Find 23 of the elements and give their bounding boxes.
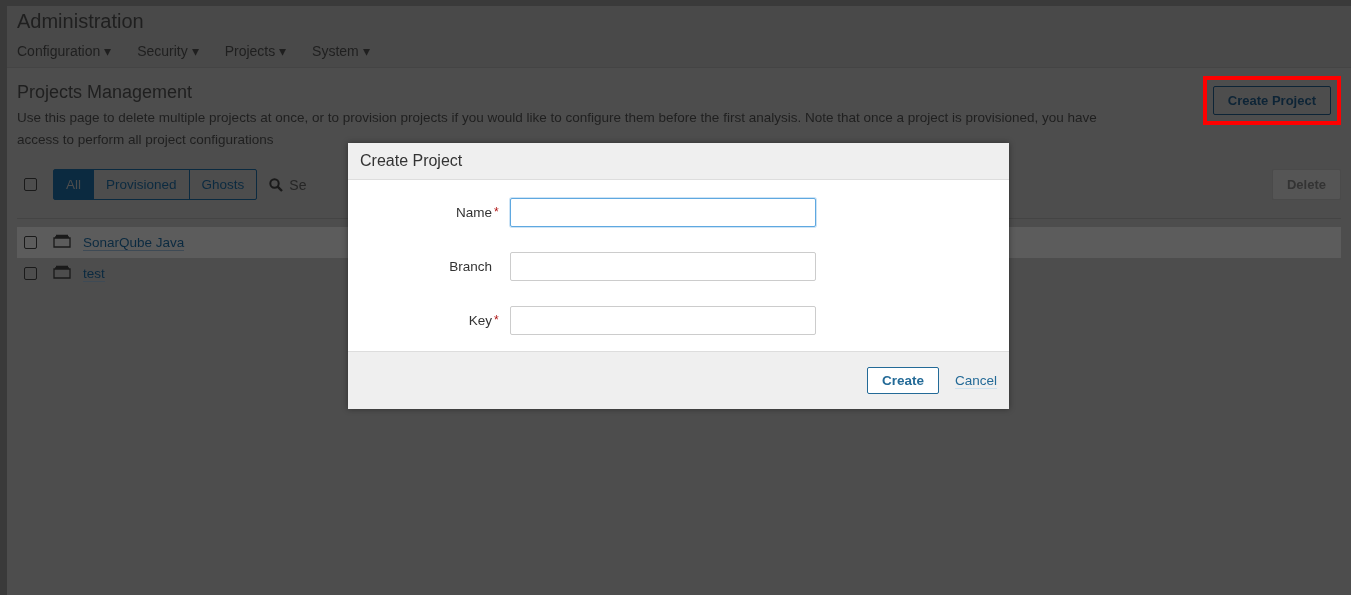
project-link[interactable]: SonarQube Java bbox=[83, 234, 185, 251]
required-mark: * bbox=[494, 313, 500, 328]
filter-tab[interactable]: Ghosts bbox=[188, 170, 257, 199]
filter-tab[interactable]: All bbox=[54, 170, 93, 199]
text-field[interactable] bbox=[510, 306, 816, 335]
row-checkbox[interactable] bbox=[24, 236, 37, 249]
filter-tab[interactable]: Provisioned bbox=[93, 170, 189, 199]
select-all-checkbox[interactable] bbox=[24, 178, 37, 191]
project-icon bbox=[53, 233, 71, 248]
field-label: Name bbox=[456, 205, 492, 220]
search-icon bbox=[269, 177, 284, 192]
create-project-button[interactable]: Create Project bbox=[1212, 86, 1331, 115]
row-checkbox[interactable] bbox=[24, 267, 37, 280]
cancel-link[interactable]: Cancel bbox=[954, 372, 997, 389]
text-field[interactable] bbox=[510, 198, 816, 227]
field-label: Branch bbox=[449, 259, 492, 274]
project-link[interactable]: test bbox=[83, 265, 105, 282]
dialog-title: Create Project bbox=[348, 143, 1009, 180]
text-field[interactable] bbox=[510, 252, 816, 281]
project-icon bbox=[53, 264, 71, 279]
create-button[interactable]: Create bbox=[866, 367, 939, 394]
required-mark: * bbox=[494, 205, 500, 220]
field-label: Key bbox=[468, 313, 492, 328]
